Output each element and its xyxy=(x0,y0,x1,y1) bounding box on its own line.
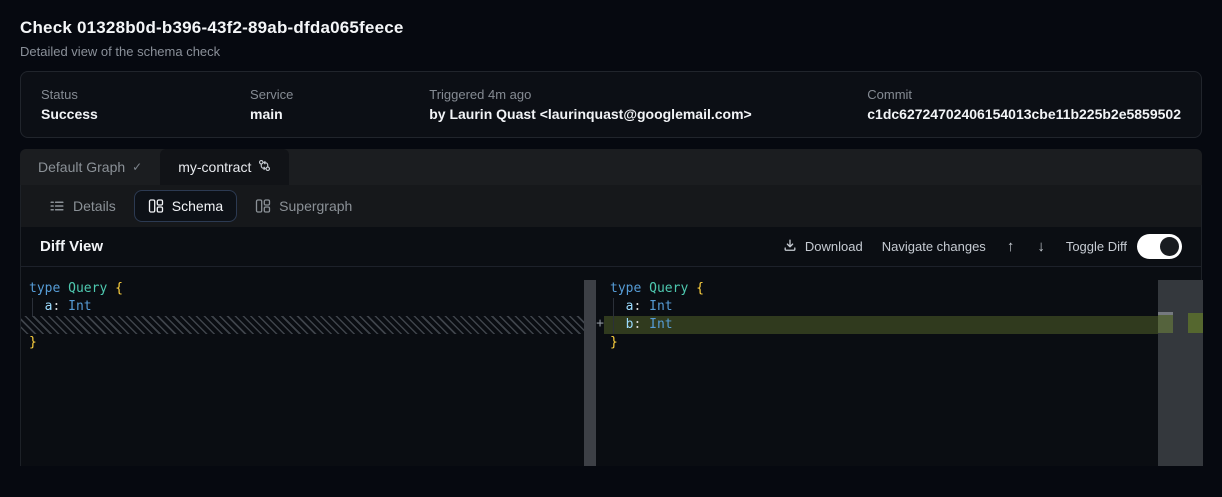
graph-tabs: Default Graph ✓ my-contract xyxy=(20,149,1202,185)
view-tabs: Details Schema xyxy=(21,185,1201,227)
toggle-diff-control: Toggle Diff xyxy=(1066,234,1182,259)
arrow-up-icon: ↑ xyxy=(1007,238,1015,255)
check-summary-card: Status Success Service main Triggered 4m… xyxy=(20,71,1202,138)
tab-supergraph[interactable]: Supergraph xyxy=(241,190,366,222)
diff-toolbar: Diff View Download Navigate changes ↑ xyxy=(21,227,1201,267)
code-line: a: Int xyxy=(604,298,1158,316)
status-value: Success xyxy=(41,106,250,122)
diff-pane-left: type Query { a: Int} xyxy=(21,267,584,466)
code-line: } xyxy=(21,334,584,352)
arrow-down-icon: ↓ xyxy=(1037,238,1045,255)
triggered-value: by Laurin Quast <laurinquast@googlemail.… xyxy=(429,106,867,122)
toggle-diff-switch[interactable] xyxy=(1137,234,1182,259)
diff-toolbar-actions: Download Navigate changes ↑ ↓ Toggle Dif… xyxy=(783,234,1182,259)
navigate-changes-button[interactable]: Navigate changes xyxy=(882,239,986,254)
placeholder-line xyxy=(21,316,584,334)
panels-icon xyxy=(148,198,164,214)
previous-change-button[interactable]: ↑ xyxy=(1005,238,1017,255)
panels-icon xyxy=(255,198,271,214)
tab-default-graph-label: Default Graph xyxy=(38,159,125,175)
git-compare-icon xyxy=(258,159,271,175)
schema-diff-editor: type Query { a: Int} + type Query { a: I… xyxy=(21,267,1201,466)
tab-supergraph-label: Supergraph xyxy=(279,198,352,214)
commit-value: c1dc62724702406154013cbe11b225b2e5859502 xyxy=(867,106,1181,122)
diff-code-before: type Query { a: Int} xyxy=(21,267,584,352)
tab-details[interactable]: Details xyxy=(35,190,130,222)
page-title: Check 01328b0d-b396-43f2-89ab-dfda065fee… xyxy=(20,18,1202,38)
download-label: Download xyxy=(805,239,863,254)
check-content-panel: Details Schema xyxy=(20,185,1202,466)
code-line: type Query { xyxy=(21,280,584,298)
check-icon: ✓ xyxy=(132,160,142,174)
triggered-label: Triggered 4m ago xyxy=(429,87,867,102)
status-field: Status Success xyxy=(41,87,250,122)
tab-default-graph[interactable]: Default Graph ✓ xyxy=(20,149,160,185)
diff-view-title: Diff View xyxy=(40,238,103,255)
diff-pane-right: type Query { a: Int b: Int} xyxy=(604,267,1158,466)
code-line: } xyxy=(604,334,1158,352)
download-button[interactable]: Download xyxy=(783,238,863,255)
toggle-diff-label: Toggle Diff xyxy=(1066,239,1127,254)
status-label: Status xyxy=(41,87,250,102)
page: Check 01328b0d-b396-43f2-89ab-dfda065fee… xyxy=(0,0,1222,466)
page-subtitle: Detailed view of the schema check xyxy=(20,44,1202,59)
commit-field: Commit c1dc62724702406154013cbe11b225b2e… xyxy=(867,87,1181,122)
switch-knob xyxy=(1160,237,1179,256)
list-icon xyxy=(49,198,65,214)
overview-ruler-added-marker xyxy=(1188,313,1203,333)
diff-code-after: type Query { a: Int b: Int} xyxy=(604,267,1158,352)
tab-details-label: Details xyxy=(73,198,116,214)
added-code-line: b: Int xyxy=(604,316,1158,334)
tab-my-contract-label: my-contract xyxy=(178,159,251,175)
service-label: Service xyxy=(250,87,429,102)
code-line: a: Int xyxy=(21,298,584,316)
next-change-button[interactable]: ↓ xyxy=(1035,238,1047,255)
service-value: main xyxy=(250,106,429,122)
tab-schema[interactable]: Schema xyxy=(134,190,237,222)
triggered-field: Triggered 4m ago by Laurin Quast <laurin… xyxy=(429,87,867,122)
commit-label: Commit xyxy=(867,87,1181,102)
page-header: Check 01328b0d-b396-43f2-89ab-dfda065fee… xyxy=(20,0,1202,59)
right-scrollbar[interactable] xyxy=(1158,280,1203,466)
code-line: type Query { xyxy=(604,280,1158,298)
tab-schema-label: Schema xyxy=(172,198,223,214)
tab-my-contract[interactable]: my-contract xyxy=(160,149,289,185)
added-line-scrollbar-tint xyxy=(1158,315,1173,333)
left-scrollbar[interactable] xyxy=(584,280,596,466)
download-icon xyxy=(783,238,797,255)
service-field: Service main xyxy=(250,87,429,122)
navigate-changes-label: Navigate changes xyxy=(882,239,986,254)
